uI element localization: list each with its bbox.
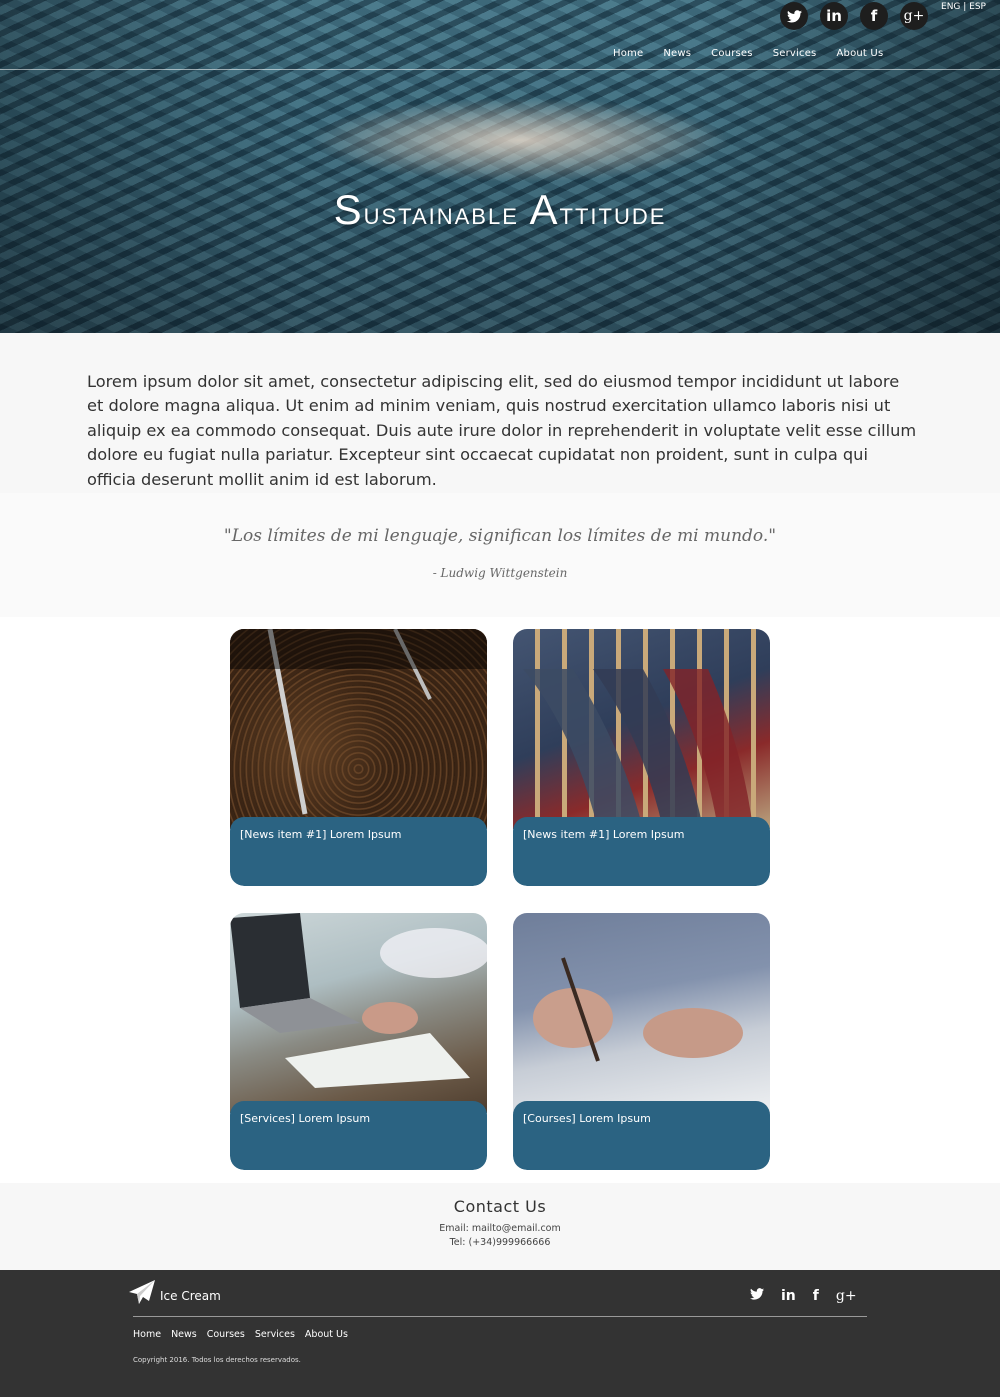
header-divider — [0, 69, 1000, 70]
nav-courses[interactable]: Courses — [701, 48, 763, 59]
contact-section: Contact Us Email: mailto@email.com Tel: … — [0, 1183, 1000, 1270]
brand-name: Ice Cream — [160, 1289, 221, 1303]
main-nav: Home News Courses Services About Us — [603, 48, 893, 59]
facebook-icon[interactable]: f — [813, 1288, 819, 1304]
footer-nav-courses[interactable]: Courses — [207, 1329, 245, 1340]
footer-divider — [133, 1316, 867, 1317]
footer-brand[interactable]: Ice Cream — [129, 1280, 221, 1304]
card-caption-text: [News item #1] Lorem Ipsum — [240, 828, 402, 841]
card-caption-text: [Services] Lorem Ipsum — [240, 1112, 371, 1125]
footer-social-links: in f g+ — [750, 1288, 857, 1304]
google-plus-icon[interactable]: g+ — [836, 1288, 857, 1304]
coffee-roaster-image — [230, 629, 487, 829]
card-caption: [News item #1] Lorem Ipsum — [230, 817, 487, 886]
twitter-icon[interactable] — [750, 1288, 764, 1304]
copyright: Copyright 2016. Todos los derechos reser… — [133, 1356, 301, 1364]
footer-nav-about-us[interactable]: About Us — [305, 1329, 348, 1340]
contact-title: Contact Us — [453, 1197, 547, 1216]
linkedin-icon[interactable]: in — [820, 2, 848, 30]
nav-home[interactable]: Home — [603, 48, 653, 59]
footer-nav-news[interactable]: News — [171, 1329, 197, 1340]
card-caption: [Courses] Lorem Ipsum — [513, 1101, 770, 1170]
twitter-icon[interactable] — [780, 2, 808, 30]
car-factory-image — [513, 629, 770, 829]
intro-section: Lorem ipsum dolor sit amet, consectetur … — [0, 333, 1000, 493]
card-caption: [News item #1] Lorem Ipsum — [513, 817, 770, 886]
facebook-icon[interactable]: f — [860, 2, 888, 30]
nav-services[interactable]: Services — [763, 48, 827, 59]
footer-nav: Home News Courses Services About Us — [133, 1329, 348, 1340]
card-news-cars[interactable]: [News item #1] Lorem Ipsum — [513, 629, 770, 886]
contact-phone: Tel: (+34)999966666 — [449, 1237, 551, 1248]
card-caption-text: [News item #1] Lorem Ipsum — [523, 828, 685, 841]
quote-text: "Los límites de mi lenguaje, significan … — [223, 526, 777, 546]
card-news-coffee[interactable]: [News item #1] Lorem Ipsum — [230, 629, 487, 886]
card-courses[interactable]: [Courses] Lorem Ipsum — [513, 913, 770, 1170]
google-plus-icon[interactable]: g+ — [900, 2, 928, 30]
footer-nav-services[interactable]: Services — [255, 1329, 295, 1340]
nav-news[interactable]: News — [653, 48, 701, 59]
card-caption-text: [Courses] Lorem Ipsum — [523, 1112, 651, 1125]
footer-nav-home[interactable]: Home — [133, 1329, 161, 1340]
paper-plane-icon — [129, 1280, 155, 1304]
linkedin-icon[interactable]: in — [781, 1288, 796, 1304]
quote-author: - Ludwig Wittgenstein — [432, 566, 568, 580]
card-caption: [Services] Lorem Ipsum — [230, 1101, 487, 1170]
quote-section: "Los límites de mi lenguaje, significan … — [0, 493, 1000, 617]
card-services[interactable]: [Services] Lorem Ipsum — [230, 913, 487, 1170]
intro-text: Lorem ipsum dolor sit amet, consectetur … — [87, 372, 917, 489]
language-switcher[interactable]: ENG | ESP — [941, 2, 986, 12]
footer: Ice Cream in f g+ Home News Courses Serv… — [0, 1270, 1000, 1397]
header-social-links: in f g+ — [780, 2, 928, 30]
hero-title: Sustainable Attitude — [333, 186, 667, 233]
nav-about-us[interactable]: About Us — [826, 48, 893, 59]
writing-hand-image — [513, 913, 770, 1113]
contact-email[interactable]: Email: mailto@email.com — [0, 1223, 1000, 1234]
hero-banner: in f g+ ENG | ESP Home News Courses Serv… — [0, 0, 1000, 333]
laptop-desk-image — [230, 913, 487, 1113]
